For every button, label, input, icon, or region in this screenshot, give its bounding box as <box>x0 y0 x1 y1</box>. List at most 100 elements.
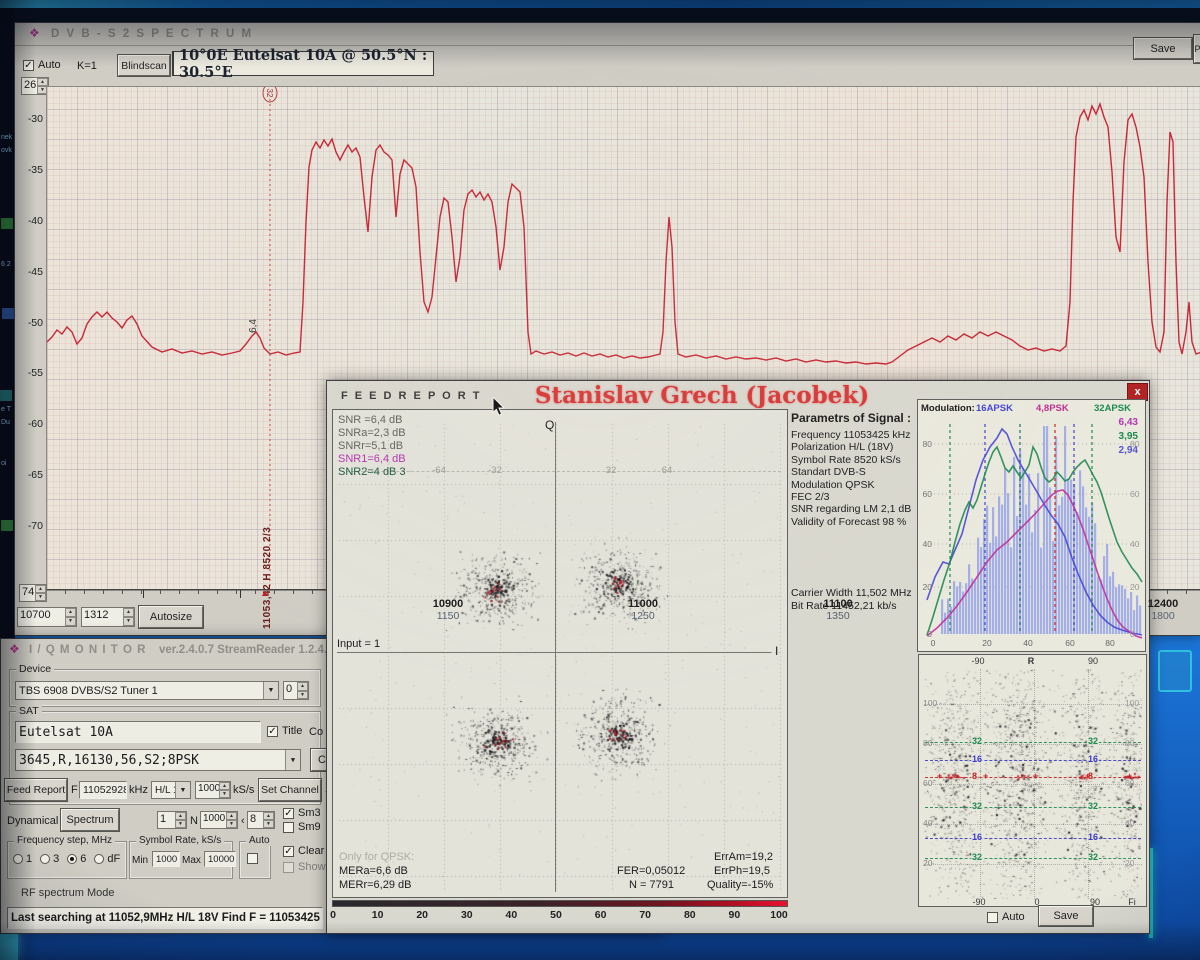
chevron-down-icon[interactable]: ▼ <box>175 782 190 798</box>
span-spinner[interactable]: 1312 ▲▼ <box>81 607 135 627</box>
bottom-level-spinner[interactable]: 74 ▲▼ <box>19 584 47 602</box>
show-checkbox[interactable]: Show <box>283 861 326 873</box>
chevron-down-icon[interactable]: ▼ <box>285 750 300 770</box>
sm3-checkbox[interactable]: ✓ Sm3 <box>283 807 321 819</box>
desktop-icon <box>2 308 14 319</box>
dynamical-label: Dynamical <box>7 815 58 827</box>
constellation-scatter <box>333 410 789 899</box>
spinner-arrows-icon[interactable]: ▲▼ <box>226 812 237 828</box>
desktop-icon[interactable] <box>1158 650 1192 692</box>
iq-title: I / Q M O N I T O R ver.2.4.0.7 StreamRe… <box>29 644 346 656</box>
khz-label: kHz <box>129 784 148 796</box>
spinner-arrows-icon[interactable]: ▲▼ <box>297 682 308 699</box>
blindscan-button[interactable]: Blindscan <box>118 55 170 76</box>
fi-threshold-label: 32 <box>1087 852 1099 862</box>
snr-readouts: SNR =6,4 dBSNRa=2,3 dBSNRr=5,1 dBSNR1=6,… <box>338 414 406 479</box>
fi-threshold-line <box>925 858 1141 859</box>
transponder-combo[interactable]: 3645,R,16130,56,S2;8PSK ▼ <box>15 749 301 771</box>
i-axis-label: I <box>775 644 778 658</box>
freq-step-radio-1[interactable]: 1 <box>13 853 32 865</box>
min-rate-field[interactable]: 1000 <box>152 851 180 867</box>
quality-scale-number: 50 <box>543 909 569 921</box>
min-label: Min <box>132 855 148 866</box>
fi-auto-checkbox[interactable]: Auto <box>987 911 1025 923</box>
desktop-left-strip: nekovk6 2e TDuoi <box>0 8 15 648</box>
fi-threshold-label: 8 <box>971 771 978 781</box>
constellation-panel: Q I Input = 1 SNR =6,4 dBSNRa=2,3 dBSNRr… <box>332 409 788 898</box>
mod-y-tick: 60 <box>910 489 932 499</box>
fi-bottom-label: Fi <box>1119 897 1145 907</box>
spinner-arrows-icon[interactable]: ▲▼ <box>175 812 186 828</box>
quality-scale-number: 10 <box>365 909 391 921</box>
polarization-combo[interactable]: H/L 1 ▼ <box>151 781 191 799</box>
quality-scale-number: 0 <box>320 909 346 921</box>
fi-plus-mark: + <box>1033 771 1038 781</box>
checkmark-icon: ✓ <box>283 808 294 819</box>
param-line: FEC 2/3 <box>791 491 915 503</box>
max-rate-field[interactable]: 10000 <box>204 851 236 867</box>
chevron-down-icon[interactable]: ▼ <box>263 682 278 699</box>
svg-text:32: 32 <box>265 89 274 98</box>
frequency-tick: 110001250 <box>617 598 669 622</box>
phase-chart-panel: 3232161688+++++323216163232 -90R90-90090… <box>918 654 1147 907</box>
frequency-field[interactable]: 11052928 <box>79 781 127 799</box>
sm9-checkbox[interactable]: Sm9 <box>283 821 321 833</box>
fi-top-label: -90 <box>965 656 991 666</box>
satellite-name-field[interactable]: Eutelsat 10A <box>15 721 261 743</box>
spinner-arrows-icon[interactable]: ▲▼ <box>35 585 46 601</box>
errph-readout: ErrPh=19,5 <box>714 865 770 877</box>
rate-spinner[interactable]: 1000 ▲▼ <box>195 781 231 799</box>
spinner-arrows-icon[interactable]: ▲▼ <box>123 608 134 626</box>
fi-bottom-label: -90 <box>966 897 992 907</box>
clear-checkbox[interactable]: ✓ Clear <box>283 845 324 857</box>
feed-report-button[interactable]: Feed Report <box>5 779 67 801</box>
f-label: F <box>71 784 78 796</box>
start-frequency-spinner[interactable]: 10700 ▲▼ <box>17 607 77 627</box>
save-button[interactable]: Save <box>1134 38 1192 59</box>
photographed-screen: nekovk6 2e TDuoi ❖ D V B - S 2 S P E C T… <box>0 0 1200 960</box>
spectrum-titlebar[interactable]: ❖ D V B - S 2 S P E C T R U M <box>15 23 1200 46</box>
top-level-spinner[interactable]: 26 ▲▼ <box>21 77 49 95</box>
frequency-tick-main: 11100 <box>812 598 864 610</box>
param-line: Modulation QPSK <box>791 479 915 491</box>
spinner-arrows-icon[interactable]: ▲▼ <box>263 812 274 828</box>
points-spinner[interactable]: 1000 ▲▼ <box>200 811 238 829</box>
spectrum-mode-button[interactable]: Spectrum <box>61 809 119 831</box>
symbolrate-auto-checkbox[interactable] <box>247 853 258 864</box>
input-label: Input = 1 <box>337 638 380 650</box>
app-icon: ❖ <box>9 642 20 656</box>
spectrum-y-tick-label: -45 <box>19 266 43 278</box>
frequency-tick: 124001800 <box>1137 598 1189 622</box>
mod-x-tick: 20 <box>978 638 996 648</box>
mod-y-tick-right: 60 <box>1130 489 1148 499</box>
avg-spinner[interactable]: 1 ▲▼ <box>157 811 187 829</box>
k-label: K=1 <box>77 60 97 72</box>
window-spinner[interactable]: 8 ▲▼ <box>247 811 275 829</box>
quality-scale-number: 30 <box>454 909 480 921</box>
autosize-button[interactable]: Autosize <box>139 606 203 628</box>
auto-checkbox[interactable]: ✓ Auto <box>23 59 61 71</box>
device-combo[interactable]: TBS 6908 DVBS/S2 Tuner 1 ▼ <box>15 681 279 700</box>
param-line: Standart DVB-S <box>791 466 915 478</box>
freq-step-radio-dF[interactable]: dF <box>94 853 120 865</box>
n-readout: N = 7791 <box>629 879 674 891</box>
fi-save-button[interactable]: Save <box>1039 906 1093 926</box>
device-index-spinner[interactable]: 0 ▲▼ <box>283 681 309 700</box>
spinner-arrows-icon[interactable]: ▲▼ <box>219 782 230 798</box>
title-checkbox[interactable]: ✓ Title <box>267 725 302 737</box>
only-qpsk-label: Only for QPSK: <box>339 851 414 863</box>
param-line: SNR regarding LM 2,1 dB <box>791 503 915 515</box>
spinner-arrows-icon[interactable]: ▲▼ <box>65 608 76 626</box>
feed-report-window: F E E D R E P O R T Stanislav Grech (Jac… <box>326 380 1150 934</box>
carrier-marker-arrow-icon: ▲ <box>260 588 270 599</box>
edge-clipped-button[interactable]: P <box>1194 35 1200 63</box>
spectrum-y-tick-label: -40 <box>19 215 43 227</box>
set-channel-button[interactable]: Set Channel <box>259 779 321 801</box>
param-line: Frequency 11053425 kHz <box>791 429 915 441</box>
constellation-axis-mark: 32 <box>601 465 621 476</box>
freq-step-radio-6[interactable]: 6 <box>67 853 86 865</box>
color-checkbox-label-clipped[interactable]: Co <box>309 726 323 738</box>
freq-step-radio-3[interactable]: 3 <box>40 853 59 865</box>
app-icon: ❖ <box>29 26 40 40</box>
spectrum-y-tick-label: -55 <box>19 367 43 379</box>
